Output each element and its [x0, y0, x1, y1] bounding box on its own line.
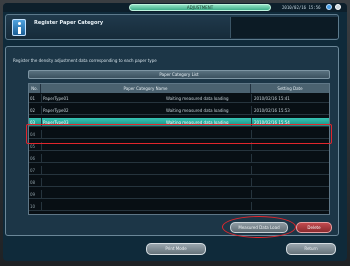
row-status	[166, 190, 250, 199]
mode-indicator-text: ADJUSTMENT	[186, 5, 214, 10]
row-paper-name: PaperType02	[43, 108, 69, 113]
column-divider	[41, 166, 42, 175]
row-setting-date	[254, 190, 328, 199]
table-row[interactable]: 01 PaperType01 Waiting measured data loadi…	[29, 94, 329, 103]
list-title-text: Paper Category List	[159, 72, 199, 77]
column-divider	[251, 178, 252, 187]
network-icon[interactable]	[326, 4, 332, 10]
row-number: 01	[30, 96, 36, 101]
row-status	[166, 154, 250, 163]
column-divider	[251, 190, 252, 199]
table-row[interactable]: 09	[29, 190, 329, 199]
column-divider	[41, 178, 42, 187]
row-paper-name	[43, 166, 163, 175]
column-divider	[41, 106, 42, 115]
header-message-area	[230, 17, 338, 38]
column-divider	[251, 94, 252, 103]
column-divider	[251, 166, 252, 175]
table-row[interactable]: 02 PaperType02 Waiting measured data loadi…	[29, 106, 329, 115]
return-label: Return	[304, 246, 318, 251]
row-paper-name	[43, 190, 163, 199]
row-number: 09	[30, 192, 36, 197]
row-status: Waiting measured data loading	[166, 96, 229, 101]
table-row[interactable]: 07	[29, 166, 329, 175]
row-paper-name	[43, 154, 163, 163]
row-setting-date	[254, 202, 328, 211]
column-header-name: Paper Category Name	[41, 84, 251, 93]
row-setting-date	[254, 154, 328, 163]
row-status: Waiting measured data loading	[166, 108, 229, 113]
column-divider	[41, 154, 42, 163]
status-datetime: 2010/02/16 15:56	[282, 5, 321, 10]
return-button[interactable]: Return	[286, 243, 336, 255]
row-status	[166, 202, 250, 211]
screen-header: Register Paper Category	[5, 14, 339, 40]
table-row[interactable]: 10	[29, 202, 329, 211]
instruction-text: Register the density adjustment data cor…	[13, 58, 157, 63]
row-paper-name: PaperType01	[43, 96, 69, 101]
column-divider	[251, 202, 252, 211]
row-number: 08	[30, 180, 36, 185]
selection-callout	[26, 124, 332, 144]
row-setting-date	[254, 178, 328, 187]
row-paper-name	[43, 178, 163, 187]
measured-data-load-button[interactable]: Measured Data Load	[230, 222, 288, 233]
print-mode-button[interactable]: Print Mode	[146, 243, 206, 255]
delete-button[interactable]: Delete	[296, 222, 332, 233]
row-number: 10	[30, 204, 36, 209]
column-divider	[41, 94, 42, 103]
paper-category-list-title: Paper Category List	[28, 70, 330, 79]
column-divider	[41, 190, 42, 199]
page-title: Register Paper Category	[34, 20, 104, 26]
row-paper-name	[43, 202, 163, 211]
mode-indicator: ADJUSTMENT	[129, 4, 271, 11]
row-setting-date: 2010/02/16 15:41	[254, 96, 290, 101]
measured-data-load-label: Measured Data Load	[238, 225, 280, 230]
row-status	[166, 166, 250, 175]
row-number: 02	[30, 108, 36, 113]
column-header-no: No.	[29, 84, 41, 93]
row-setting-date: 2010/02/16 15:53	[254, 108, 290, 113]
column-divider	[251, 106, 252, 115]
table-row[interactable]: 08	[29, 178, 329, 187]
table-row[interactable]: 06	[29, 154, 329, 163]
row-setting-date	[254, 166, 328, 175]
column-header-date: Setting Date	[251, 84, 329, 93]
row-status	[166, 178, 250, 187]
delete-label: Delete	[307, 225, 321, 230]
row-number: 07	[30, 168, 36, 173]
column-divider	[41, 202, 42, 211]
power-icon[interactable]	[335, 4, 341, 10]
print-mode-label: Print Mode	[165, 246, 187, 251]
paper-category-table: No. Paper Category Name Setting Date 01 P…	[28, 83, 330, 215]
column-divider	[251, 154, 252, 163]
row-number: 06	[30, 156, 36, 161]
info-icon	[12, 19, 26, 36]
